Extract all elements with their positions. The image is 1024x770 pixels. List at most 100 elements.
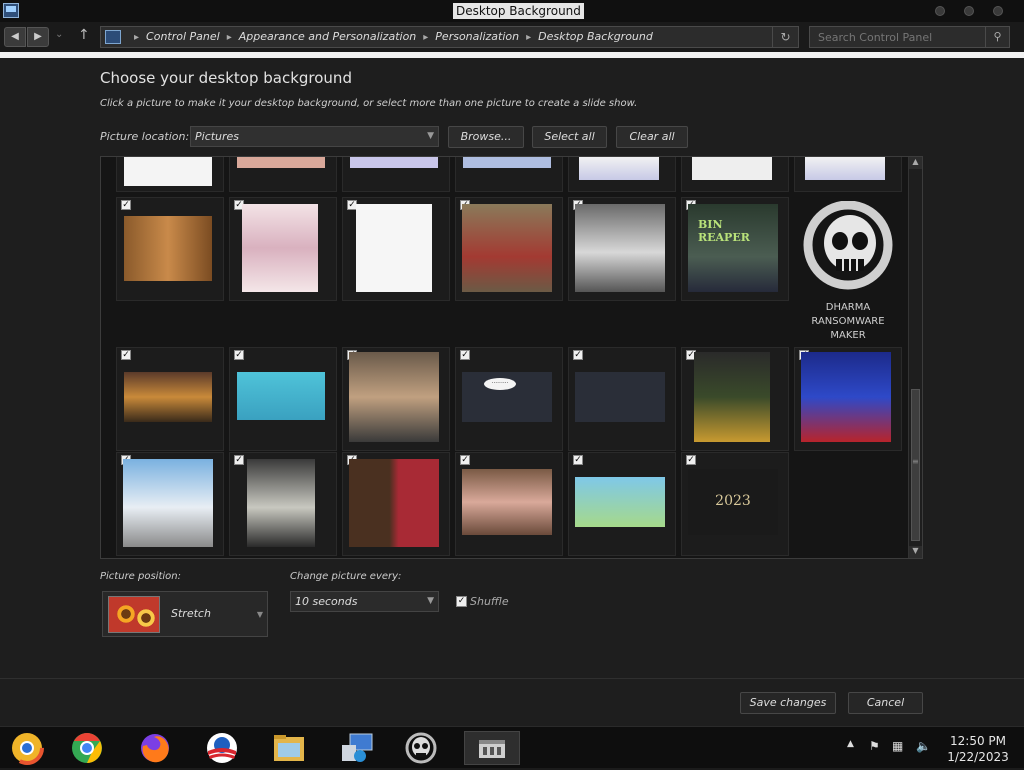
- gallery-scrollbar[interactable]: ▲ ≡ ▼: [908, 157, 922, 558]
- picture-thumbnail: [356, 204, 432, 292]
- picture-tile[interactable]: ✓ ·········: [455, 347, 563, 451]
- change-interval-value: 10 seconds: [295, 595, 358, 608]
- picture-thumbnail: [801, 352, 891, 442]
- picture-tile[interactable]: ✓: [116, 347, 224, 451]
- system-clock[interactable]: 12:50 PM 1/22/2023: [940, 733, 1016, 765]
- clock-time: 12:50 PM: [950, 734, 1006, 748]
- forward-button[interactable]: ▶: [27, 27, 49, 47]
- close-button[interactable]: [993, 6, 1003, 16]
- picture-checkbox[interactable]: ✓: [234, 455, 244, 465]
- control-panel-icon[interactable]: [3, 3, 19, 18]
- skull-app-icon[interactable]: [404, 731, 438, 765]
- picture-checkbox[interactable]: ✓: [573, 350, 583, 360]
- browse-button[interactable]: Browse...: [448, 126, 524, 148]
- picture-tile[interactable]: ✓: [568, 452, 676, 556]
- picture-checkbox[interactable]: ✓: [686, 455, 696, 465]
- picture-tile[interactable]: ✓: [229, 452, 337, 556]
- picture-tile[interactable]: [116, 157, 224, 192]
- obama-logo-icon[interactable]: [205, 731, 239, 765]
- picture-checkbox[interactable]: ✓: [121, 350, 131, 360]
- change-interval-dropdown[interactable]: 10 seconds ▼: [290, 591, 439, 612]
- recent-pages-chevron-icon[interactable]: ⌄: [55, 29, 63, 40]
- breadcrumb-separator-icon[interactable]: ▸: [134, 32, 139, 43]
- picture-thumbnail: [462, 469, 552, 535]
- scroll-up-arrow-icon[interactable]: ▲: [909, 157, 922, 169]
- picture-tile[interactable]: [229, 157, 337, 192]
- picture-tile[interactable]: [681, 157, 789, 192]
- picture-tile[interactable]: ✓ BIN REAPER: [681, 197, 789, 301]
- picture-tile[interactable]: [568, 157, 676, 192]
- select-all-button[interactable]: Select all: [532, 126, 607, 148]
- picture-checkbox[interactable]: ✓: [234, 350, 244, 360]
- file-explorer-icon[interactable]: [272, 731, 306, 765]
- picture-location-dropdown[interactable]: Pictures ▼: [190, 126, 439, 147]
- picture-caption-line: MAKER: [830, 330, 866, 341]
- picture-thumbnail: [237, 157, 325, 168]
- picture-tile[interactable]: ✓: [342, 197, 450, 301]
- picture-checkbox[interactable]: ✓: [460, 350, 470, 360]
- chrome-icon[interactable]: [70, 731, 104, 765]
- picture-tile[interactable]: [794, 157, 902, 192]
- show-hidden-icons-chevron-icon[interactable]: ▲: [847, 739, 854, 749]
- active-window-button[interactable]: [464, 731, 520, 765]
- address-bar[interactable]: ▸ Control Panel ▸ Appearance and Personaliz…: [100, 26, 799, 48]
- breadcrumb-separator-icon[interactable]: ▸: [526, 32, 531, 43]
- picture-tile[interactable]: ✓: [229, 347, 337, 451]
- shuffle-label[interactable]: Shuffle: [470, 595, 509, 608]
- flower-preview-icon: [108, 596, 160, 633]
- picture-tile[interactable]: [455, 157, 563, 192]
- search-box[interactable]: ⚲: [809, 26, 1010, 48]
- action-center-flag-icon[interactable]: ⚑: [869, 739, 880, 753]
- picture-position-dropdown[interactable]: Stretch ▼: [102, 591, 268, 637]
- save-changes-button[interactable]: Save changes: [740, 692, 836, 714]
- window-title: Desktop Background: [453, 3, 584, 19]
- minimize-button[interactable]: [935, 6, 945, 16]
- picture-checkbox[interactable]: ✓: [121, 200, 131, 210]
- breadcrumb-control-panel[interactable]: Control Panel: [146, 30, 220, 43]
- back-button[interactable]: ◀: [4, 27, 26, 47]
- picture-tile[interactable]: ✓: [794, 347, 902, 451]
- firefox-icon[interactable]: [138, 731, 172, 765]
- picture-tile[interactable]: ✓: [568, 197, 676, 301]
- search-icon[interactable]: ⚲: [985, 27, 1009, 47]
- picture-tile[interactable]: ✓: [568, 347, 676, 451]
- picture-tile[interactable]: ✓ 2023: [681, 452, 789, 556]
- picture-thumbnail: 2023: [688, 469, 778, 535]
- picture-tile[interactable]: [342, 157, 450, 192]
- picture-tile[interactable]: ✓: [342, 452, 450, 556]
- breadcrumb-separator-icon[interactable]: ▸: [423, 32, 428, 43]
- picture-tile[interactable]: ✓: [116, 197, 224, 301]
- volume-icon[interactable]: 🔈: [916, 739, 931, 753]
- picture-thumbnail: [575, 204, 665, 292]
- refresh-icon[interactable]: ↻: [772, 27, 798, 47]
- breadcrumb-desktop-background[interactable]: Desktop Background: [538, 30, 653, 43]
- picture-thumbnail: [575, 372, 665, 422]
- search-input[interactable]: [810, 27, 984, 47]
- picture-checkbox[interactable]: ✓: [460, 455, 470, 465]
- picture-tile[interactable]: ✓: [455, 452, 563, 556]
- picture-tile[interactable]: ✓: [681, 347, 789, 451]
- taskbar: ▲ ⚑ ▦ 🔈 12:50 PM 1/22/2023: [0, 726, 1024, 768]
- scroll-down-arrow-icon[interactable]: ▼: [909, 546, 922, 558]
- maximize-button[interactable]: [964, 6, 974, 16]
- scroll-grip-icon: ≡: [912, 457, 919, 466]
- picture-tile[interactable]: DHARMA RANSOMWARE MAKER: [794, 197, 902, 347]
- picture-thumbnail: [575, 477, 665, 527]
- breadcrumb-personalization[interactable]: Personalization: [435, 30, 519, 43]
- clear-all-button[interactable]: Clear all: [616, 126, 688, 148]
- picture-thumbnail: [463, 157, 551, 168]
- picture-checkbox[interactable]: ✓: [573, 455, 583, 465]
- up-arrow-icon[interactable]: ↑: [78, 27, 90, 43]
- picture-tile[interactable]: ✓: [116, 452, 224, 556]
- picture-tile[interactable]: ✓: [229, 197, 337, 301]
- breadcrumb-separator-icon[interactable]: ▸: [227, 32, 232, 43]
- breadcrumb-appearance[interactable]: Appearance and Personalization: [239, 30, 417, 43]
- cancel-button[interactable]: Cancel: [848, 692, 923, 714]
- clock-date: 1/22/2023: [947, 750, 1009, 764]
- chrome-canary-icon[interactable]: [10, 731, 44, 765]
- picture-tile[interactable]: ✓: [455, 197, 563, 301]
- control-panel-taskbar-icon[interactable]: [340, 731, 374, 765]
- picture-tile[interactable]: ✓: [342, 347, 450, 451]
- network-icon[interactable]: ▦: [892, 739, 903, 753]
- shuffle-checkbox[interactable]: ✓: [456, 596, 467, 607]
